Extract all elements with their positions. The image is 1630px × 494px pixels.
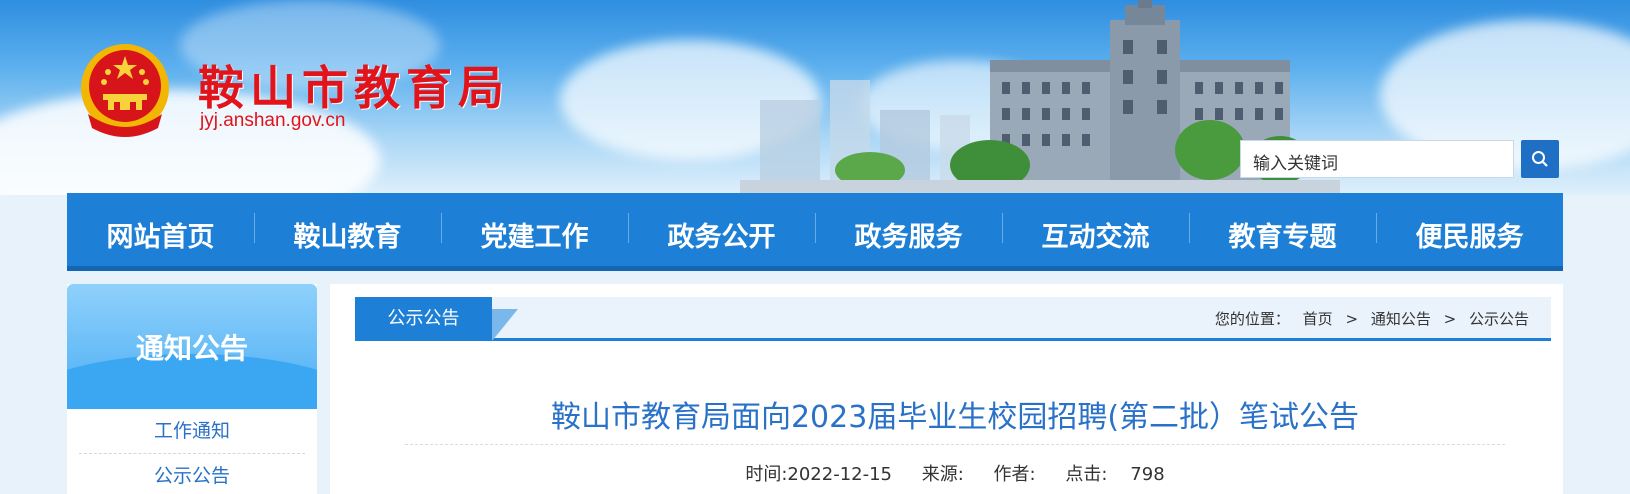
site-domain: jyj.anshan.gov.cn bbox=[200, 110, 346, 131]
breadcrumb-prefix: 您的位置： bbox=[1214, 310, 1290, 328]
nav-item-public-services[interactable]: 便民服务 bbox=[1376, 205, 1563, 254]
main-nav: 网站首页 鞍山教育 党建工作 政务公开 政务服务 互动交流 教育专题 便民服务 bbox=[67, 193, 1563, 271]
sidebar-item-work-notices[interactable]: 工作通知 bbox=[79, 409, 305, 454]
breadcrumb-separator: > bbox=[1345, 310, 1359, 328]
article-time: 时间:2022-12-15 bbox=[745, 464, 892, 485]
breadcrumb-separator: > bbox=[1443, 310, 1457, 328]
nav-item-anshan-education[interactable]: 鞍山教育 bbox=[254, 205, 441, 254]
article-author: 作者: bbox=[993, 464, 1036, 485]
site-title: 鞍山市教育局 bbox=[198, 61, 510, 115]
article-meta: 时间:2022-12-15 来源: 作者: 点击: 798 bbox=[405, 460, 1505, 486]
nav-item-education-topics[interactable]: 教育专题 bbox=[1189, 205, 1376, 254]
national-emblem-icon bbox=[81, 44, 169, 137]
breadcrumb-home-link[interactable]: 首页 bbox=[1303, 310, 1333, 328]
article-clicks: 点击: 798 bbox=[1065, 464, 1165, 485]
article-title: 鞍山市教育局面向2023届毕业生校园招聘(第二批）笔试公告 bbox=[550, 400, 1360, 435]
article-source: 来源: bbox=[921, 464, 964, 485]
breadcrumb-bar: 公示公告 您的位置： 首页 > 通知公告 > 公示公告 bbox=[355, 297, 1551, 341]
breadcrumb-announcements-link[interactable]: 公示公告 bbox=[1469, 310, 1529, 328]
breadcrumb: 您的位置： 首页 > 通知公告 > 公示公告 bbox=[1211, 297, 1533, 341]
nav-item-interaction[interactable]: 互动交流 bbox=[1002, 205, 1189, 254]
divider bbox=[405, 444, 1505, 445]
search-input[interactable]: 输入关键词 bbox=[1240, 140, 1514, 178]
search-button[interactable] bbox=[1521, 140, 1559, 178]
breadcrumb-notices-link[interactable]: 通知公告 bbox=[1371, 310, 1431, 328]
search-icon bbox=[1532, 151, 1548, 167]
nav-item-gov-affairs-open[interactable]: 政务公开 bbox=[628, 205, 815, 254]
header-banner: 鞍山市教育局 jyj.anshan.gov.cn 输入关键词 bbox=[0, 0, 1630, 195]
sidebar-item-public-announcements[interactable]: 公示公告 bbox=[79, 454, 305, 494]
nav-item-party-building[interactable]: 党建工作 bbox=[441, 205, 628, 254]
sidebar-header: 通知公告 bbox=[67, 284, 317, 409]
nav-item-home[interactable]: 网站首页 bbox=[67, 205, 254, 254]
sidebar: 通知公告 工作通知 公示公告 bbox=[67, 284, 317, 494]
nav-item-gov-services[interactable]: 政务服务 bbox=[815, 205, 1002, 254]
section-tab: 公示公告 bbox=[355, 297, 492, 341]
sidebar-title: 通知公告 bbox=[135, 332, 248, 365]
main-content: 公示公告 您的位置： 首页 > 通知公告 > 公示公告 鞍山市教育局面向2023… bbox=[330, 284, 1563, 494]
